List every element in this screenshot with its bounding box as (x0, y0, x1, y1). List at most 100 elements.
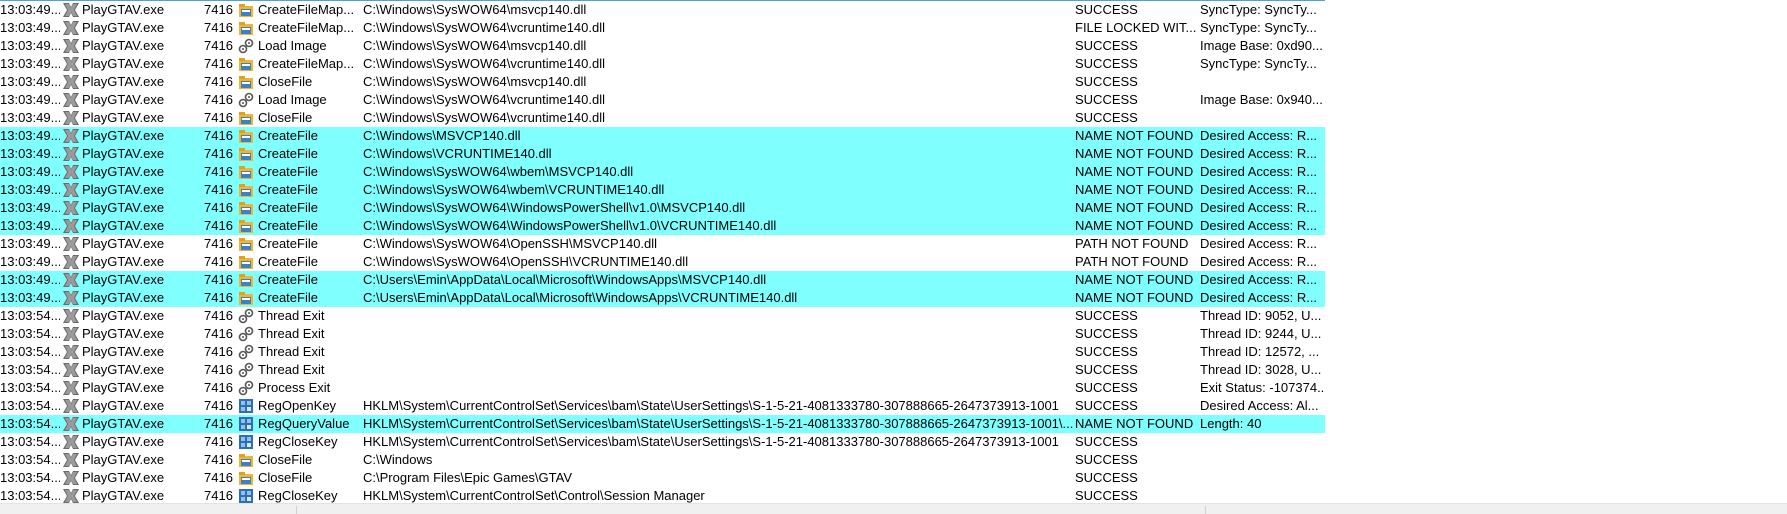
pid-cell: 7416 (204, 128, 233, 143)
detail-cell: Thread ID: 9052, U... (1200, 308, 1322, 323)
event-row[interactable]: 13:03:49... PlayGTAV.exe 7416 CloseFile C:\W… (0, 73, 1787, 91)
process-name-cell: PlayGTAV.exe (82, 182, 165, 197)
path-cell: C:\Windows\SysWOW64\vcruntime140.dll (363, 92, 606, 107)
event-row[interactable]: 13:03:49... PlayGTAV.exe 7416 CreateFile C:\… (0, 163, 1787, 181)
process-icon (62, 362, 80, 378)
pid-cell: 7416 (204, 344, 233, 359)
event-row[interactable]: 13:03:49... PlayGTAV.exe 7416 CreateFile C:\… (0, 271, 1787, 289)
result-cell: SUCCESS (1075, 308, 1138, 323)
event-row[interactable]: 13:03:49... PlayGTAV.exe 7416 Load Image C:\… (0, 91, 1787, 109)
event-row[interactable]: 13:03:54... PlayGTAV.exe 7416 RegQueryValue… (0, 415, 1787, 433)
result-cell: PATH NOT FOUND (1075, 254, 1189, 269)
operation-cell: Load Image (258, 92, 327, 107)
file-icon (238, 452, 254, 468)
result-cell: PATH NOT FOUND (1075, 236, 1189, 251)
process-icon (62, 164, 80, 180)
process-name-cell: PlayGTAV.exe (82, 200, 165, 215)
pid-cell: 7416 (204, 272, 233, 287)
result-cell: SUCCESS (1075, 110, 1138, 125)
event-row[interactable]: 13:03:54... PlayGTAV.exe 7416 Thread Exit SU… (0, 307, 1787, 325)
result-cell: NAME NOT FOUND (1075, 416, 1194, 431)
path-cell: HKLM\System\CurrentControlSet\Services\b… (363, 434, 1059, 449)
detail-cell: Desired Access: R... (1200, 272, 1318, 287)
operation-cell: RegQueryValue (258, 416, 350, 431)
path-cell: C:\Windows\SysWOW64\wbem\VCRUNTIME140.dl… (363, 182, 665, 197)
time-of-day-cell: 13:03:49... (0, 74, 60, 89)
file-icon (238, 56, 254, 72)
event-row[interactable]: 13:03:54... PlayGTAV.exe 7416 CloseFile C:\W… (0, 451, 1787, 469)
path-cell: HKLM\System\CurrentControlSet\Services\b… (363, 398, 1059, 413)
file-icon (238, 146, 254, 162)
process-name-cell: PlayGTAV.exe (82, 326, 165, 341)
path-cell: C:\Windows\SysWOW64\msvcp140.dll (363, 2, 587, 17)
operation-cell: CreateFile (258, 182, 318, 197)
event-row[interactable]: 13:03:49... PlayGTAV.exe 7416 CreateFileMap… (0, 19, 1787, 37)
event-row[interactable]: 13:03:54... PlayGTAV.exe 7416 RegCloseKey HK… (0, 433, 1787, 451)
process-name-cell: PlayGTAV.exe (82, 254, 165, 269)
result-cell: FILE LOCKED WIT... (1075, 20, 1197, 35)
event-list[interactable]: 13:03:49... PlayGTAV.exe 7416 CreateFileMap… (0, 1, 1787, 505)
process-name-cell: PlayGTAV.exe (82, 110, 165, 125)
event-row[interactable]: 13:03:49... PlayGTAV.exe 7416 CreateFile C:\… (0, 253, 1787, 271)
file-icon (238, 182, 254, 198)
pid-cell: 7416 (204, 326, 233, 341)
event-row[interactable]: 13:03:54... PlayGTAV.exe 7416 Thread Exit SU… (0, 325, 1787, 343)
file-icon (238, 200, 254, 216)
event-row[interactable]: 13:03:54... PlayGTAV.exe 7416 Thread Exit SU… (0, 343, 1787, 361)
pid-cell: 7416 (204, 452, 233, 467)
operation-cell: CreateFile (258, 290, 318, 305)
time-of-day-cell: 13:03:49... (0, 110, 60, 125)
event-row[interactable]: 13:03:49... PlayGTAV.exe 7416 CreateFile C:\… (0, 181, 1787, 199)
horizontal-scrollbar[interactable] (0, 503, 1787, 514)
time-of-day-cell: 13:03:49... (0, 164, 60, 179)
path-cell: C:\Users\Emin\AppData\Local\Microsoft\Wi… (363, 272, 767, 287)
time-of-day-cell: 13:03:49... (0, 272, 60, 287)
time-of-day-cell: 13:03:54... (0, 416, 60, 431)
operation-cell: CreateFile (258, 272, 318, 287)
pid-cell: 7416 (204, 398, 233, 413)
operation-cell: CloseFile (258, 74, 313, 89)
process-name-cell: PlayGTAV.exe (82, 380, 165, 395)
event-row[interactable]: 13:03:49... PlayGTAV.exe 7416 CloseFile C:\W… (0, 109, 1787, 127)
pid-cell: 7416 (204, 2, 233, 17)
detail-cell: SyncType: SyncTy... (1200, 20, 1317, 35)
time-of-day-cell: 13:03:49... (0, 128, 60, 143)
process-gears-icon (238, 92, 254, 108)
pid-cell: 7416 (204, 254, 233, 269)
event-row[interactable]: 13:03:49... PlayGTAV.exe 7416 CreateFileMap… (0, 55, 1787, 73)
event-row[interactable]: 13:03:49... PlayGTAV.exe 7416 CreateFile C:\… (0, 199, 1787, 217)
event-row[interactable]: 13:03:49... PlayGTAV.exe 7416 CreateFile C:\… (0, 145, 1787, 163)
registry-icon (238, 398, 254, 414)
file-icon (238, 20, 254, 36)
file-icon (238, 254, 254, 270)
event-row[interactable]: 13:03:54... PlayGTAV.exe 7416 CloseFile C:\P… (0, 469, 1787, 487)
pid-cell: 7416 (204, 236, 233, 251)
event-row[interactable]: 13:03:49... PlayGTAV.exe 7416 CreateFile C:\… (0, 127, 1787, 145)
detail-cell: Desired Access: R... (1200, 200, 1318, 215)
process-name-cell: PlayGTAV.exe (82, 164, 165, 179)
result-cell: NAME NOT FOUND (1075, 290, 1194, 305)
detail-cell: Exit Status: -107374... (1200, 380, 1325, 395)
event-row[interactable]: 13:03:49... PlayGTAV.exe 7416 Load Image C:\… (0, 37, 1787, 55)
operation-cell: Thread Exit (258, 344, 325, 359)
event-row[interactable]: 13:03:54... PlayGTAV.exe 7416 Thread Exit SU… (0, 361, 1787, 379)
time-of-day-cell: 13:03:54... (0, 434, 60, 449)
result-cell: SUCCESS (1075, 398, 1138, 413)
event-row[interactable]: 13:03:49... PlayGTAV.exe 7416 CreateFile C:\… (0, 235, 1787, 253)
operation-cell: CreateFile (258, 254, 318, 269)
event-row[interactable]: 13:03:54... PlayGTAV.exe 7416 RegOpenKey HKL… (0, 397, 1787, 415)
process-icon (62, 398, 80, 414)
process-name-cell: PlayGTAV.exe (82, 452, 165, 467)
event-row[interactable]: 13:03:49... PlayGTAV.exe 7416 CreateFileMap… (0, 1, 1787, 19)
process-gears-icon (238, 308, 254, 324)
path-cell: C:\Windows\SysWOW64\WindowsPowerShell\v1… (363, 218, 777, 233)
path-cell: C:\Windows\VCRUNTIME140.dll (363, 146, 552, 161)
event-row[interactable]: 13:03:49... PlayGTAV.exe 7416 CreateFile C:\… (0, 217, 1787, 235)
detail-cell: SyncType: SyncTy... (1200, 2, 1317, 17)
operation-cell: CreateFileMap... (258, 56, 355, 71)
file-icon (238, 164, 254, 180)
event-row[interactable]: 13:03:54... PlayGTAV.exe 7416 Process Exit S… (0, 379, 1787, 397)
event-row[interactable]: 13:03:49... PlayGTAV.exe 7416 CreateFile C:\… (0, 289, 1787, 307)
process-name-cell: PlayGTAV.exe (82, 2, 165, 17)
time-of-day-cell: 13:03:54... (0, 362, 60, 377)
